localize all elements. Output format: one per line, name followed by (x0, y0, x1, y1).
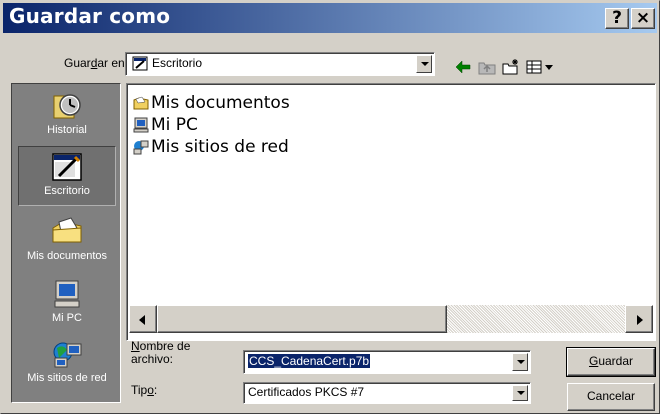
place-network[interactable]: Mis sitios de red (12, 334, 122, 394)
save-in-combo[interactable]: Escritorio (125, 52, 435, 76)
filetype-dropdown-arrow[interactable] (512, 385, 528, 401)
computer-icon (133, 117, 149, 133)
place-history[interactable]: Historial (12, 86, 122, 146)
place-label: Mi PC (52, 312, 82, 324)
place-label: Historial (47, 124, 87, 136)
list-item[interactable]: Mi PC (133, 114, 198, 136)
scroll-right-button[interactable] (625, 305, 653, 333)
list-item[interactable]: Mis documentos (133, 92, 290, 114)
arrow-left-icon (139, 315, 145, 325)
window-title: Guardar como (9, 4, 171, 28)
arrow-right-icon (637, 315, 643, 325)
filename-field[interactable]: CCS_CadenaCert.p7b (243, 350, 531, 374)
title-bar: Guardar como ? × (3, 3, 657, 33)
scroll-left-button[interactable] (129, 305, 157, 333)
network-icon (133, 140, 149, 155)
place-label: Mis sitios de red (27, 372, 107, 384)
place-my-computer[interactable]: Mi PC (12, 274, 122, 334)
horizontal-scrollbar[interactable] (129, 305, 653, 333)
cancel-button[interactable]: Cancelar (567, 383, 655, 411)
close-button[interactable]: × (631, 8, 655, 29)
filename-dropdown-arrow[interactable] (512, 353, 528, 371)
network-places-icon (53, 342, 82, 368)
chevron-down-icon[interactable] (541, 57, 561, 77)
my-documents-icon (52, 217, 82, 243)
back-icon[interactable] (453, 57, 473, 77)
place-label: Escritorio (44, 185, 90, 197)
save-in-label: Guardar en: (64, 56, 129, 70)
desktop-icon (52, 153, 82, 181)
filetype-value: Certificados PKCS #7 (248, 385, 365, 399)
filetype-select[interactable]: Certificados PKCS #7 (243, 382, 531, 404)
save-in-dropdown-arrow[interactable] (416, 55, 432, 73)
list-item-label: Mi PC (151, 115, 198, 135)
save-as-dialog: Guardar como ? × Guardar en: Escritorio (0, 0, 660, 414)
places-bar: Historial Escritorio Mis documentos Mi P… (11, 83, 121, 403)
up-folder-icon[interactable] (477, 57, 497, 77)
place-label: Mis documentos (26, 250, 108, 262)
file-list[interactable]: Mis documentos Mi PC Mis sitios de red (126, 83, 656, 341)
history-icon (53, 94, 81, 119)
filename-label: Nombre de archivo: (131, 339, 191, 366)
list-item-label: Mis sitios de red (151, 137, 289, 157)
place-desktop[interactable]: Escritorio (18, 146, 116, 206)
list-item-label: Mis documentos (151, 93, 290, 113)
desktop-small-icon (132, 56, 148, 71)
list-item[interactable]: Mis sitios de red (133, 136, 289, 158)
place-my-documents[interactable]: Mis documentos (12, 212, 122, 272)
new-folder-icon[interactable] (501, 57, 521, 77)
scroll-thumb[interactable] (157, 305, 447, 333)
filetype-label: Tipo: (131, 383, 158, 397)
save-button[interactable]: Guardar (566, 347, 656, 377)
folder-documents-icon (133, 96, 149, 110)
save-in-value: Escritorio (152, 56, 203, 70)
my-computer-icon (54, 280, 80, 308)
filename-value: CCS_CadenaCert.p7b (248, 354, 371, 368)
help-button[interactable]: ? (605, 8, 629, 29)
